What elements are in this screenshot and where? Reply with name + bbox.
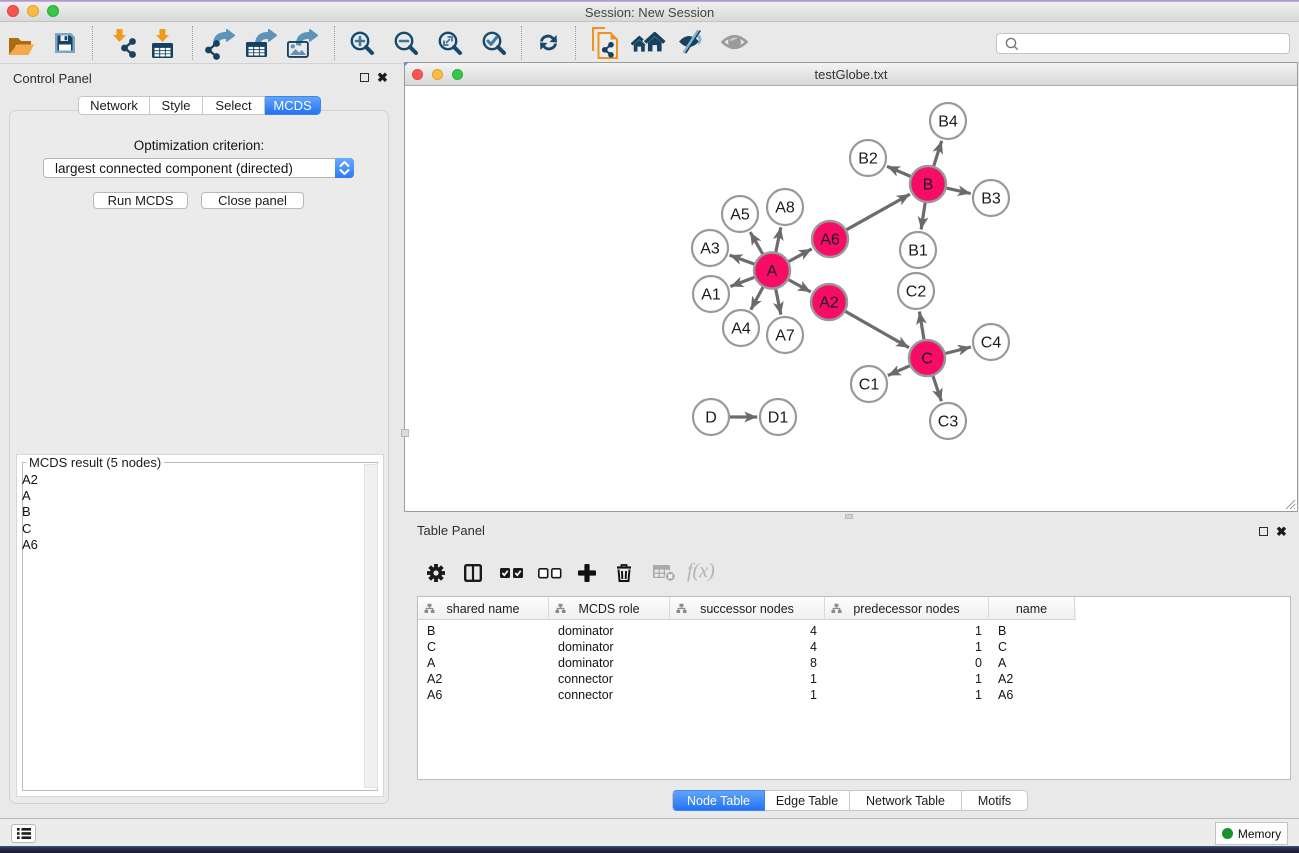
svg-text:A: A: [767, 263, 778, 280]
svg-text:A6: A6: [820, 232, 840, 249]
svg-text:B3: B3: [981, 191, 1001, 208]
svg-text:D1: D1: [768, 410, 789, 427]
svg-text:A2: A2: [819, 295, 839, 312]
svg-text:C: C: [921, 351, 933, 368]
svg-text:B4: B4: [938, 114, 958, 131]
svg-text:A5: A5: [730, 207, 750, 224]
svg-text:C4: C4: [981, 335, 1002, 352]
svg-text:A7: A7: [775, 328, 795, 345]
svg-text:C3: C3: [938, 414, 959, 431]
svg-text:C1: C1: [859, 377, 880, 394]
svg-text:B: B: [923, 177, 934, 194]
svg-text:A8: A8: [775, 200, 795, 217]
svg-text:A1: A1: [701, 287, 721, 304]
svg-text:A3: A3: [700, 241, 720, 258]
svg-text:B2: B2: [858, 151, 878, 168]
svg-text:A4: A4: [731, 321, 751, 338]
svg-text:C2: C2: [906, 284, 927, 301]
svg-text:B1: B1: [908, 243, 928, 260]
svg-text:D: D: [705, 410, 717, 427]
